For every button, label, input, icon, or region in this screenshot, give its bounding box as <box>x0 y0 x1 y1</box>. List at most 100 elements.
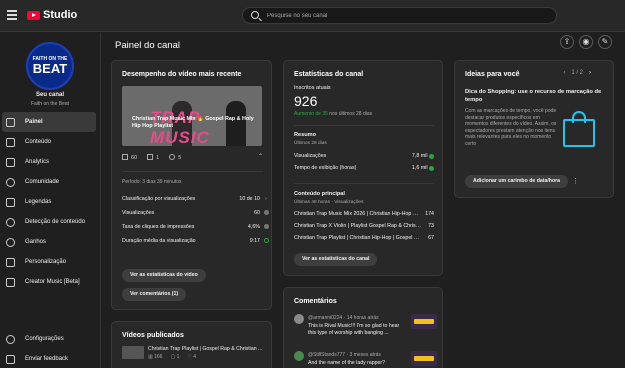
video-analytics-button[interactable]: Ver as estatísticas do vídeo <box>122 269 206 282</box>
music-icon <box>6 277 15 287</box>
top-content-title: Conteúdo principal <box>294 191 345 197</box>
video-thumbnail[interactable]: TRAP MUSIC Christian Trap Music Mix 🔥 Go… <box>122 86 262 146</box>
top-content-subtitle: Últimas 48 horas · Visualizações <box>294 200 364 205</box>
channel-label: Seu canal <box>35 92 64 98</box>
status-neutral-icon <box>263 209 269 215</box>
video-thumbnail <box>411 351 437 366</box>
youtube-logo-icon <box>27 10 40 20</box>
live-icon: ◉ <box>582 37 590 46</box>
sidebar-nav: Painel Conteúdo Analytics Comunidade Leg… <box>0 112 100 292</box>
summary-subtitle: Últimos 28 dias <box>294 141 327 146</box>
summary-row: Visualizações 7,8 mil <box>294 153 434 159</box>
video-thumbnail <box>122 346 144 359</box>
chevron-right-icon: › <box>265 196 267 202</box>
status-positive-icon <box>429 153 434 159</box>
subscribers-label: Inscritos atuais <box>294 85 331 91</box>
metric-row[interactable]: Classificação por visualizações 10 de 10… <box>122 192 272 206</box>
subscribers-delta: Aumento de 35 nos últimos 28 dias <box>294 111 373 117</box>
avatar <box>294 314 304 324</box>
more-options-icon[interactable]: ⋮ <box>572 177 579 185</box>
channel-stats-card: Estatísticas do canal Inscritos atuais 9… <box>283 60 443 276</box>
video-title: Christian Trap Music Mix 🔥 Gospel Rap & … <box>132 116 254 129</box>
search-icon <box>251 11 259 19</box>
search-box[interactable] <box>242 7 557 24</box>
idea-description: Com as marcações de tempo, você pode des… <box>465 108 557 147</box>
sidebar-item-ganhos[interactable]: Ganhos <box>0 232 100 252</box>
published-videos-card: Vídeos publicados Christian Trap Playlis… <box>111 321 272 368</box>
sidebar-bottom: Configurações Enviar feedback <box>0 329 100 368</box>
customization-icon <box>6 257 15 267</box>
analytics-icon <box>6 157 15 167</box>
idea-heading: Dica do Shopping: use o recurso de marca… <box>465 89 602 103</box>
sidebar-item-configuracoes[interactable]: Configurações <box>0 329 100 349</box>
top-bar: Studio <box>0 0 625 32</box>
earn-icon <box>6 237 15 247</box>
top-content-row[interactable]: Christian Trap Playlist | Christian Hip-… <box>294 235 434 241</box>
subscribers-value: 926 <box>294 93 318 109</box>
summary-row: Tempo de exibição (horas) 1,6 mil <box>294 165 434 171</box>
likes-icon <box>169 154 176 160</box>
dashboard-icon <box>6 117 15 127</box>
channel-name: Faith on the Beat <box>30 101 70 107</box>
status-positive-icon <box>263 237 269 243</box>
comments-card: Comentários @armanni0224 · 14 horas atrá… <box>283 287 443 368</box>
sidebar-item-personalizacao[interactable]: Personalização <box>0 252 100 272</box>
upload-button[interactable]: ⇪ <box>560 35 574 49</box>
ideas-card: Ideias para você ‹ 1 / 2 › Dica do Shopp… <box>454 60 614 198</box>
channel-analytics-button[interactable]: Ver as estatísticas do canal <box>294 253 378 266</box>
top-content-row[interactable]: Christian Trap Music Mix 2026 | Christia… <box>294 211 434 217</box>
sidebar-item-creator-music[interactable]: Creator Music [Beta] <box>0 272 100 292</box>
sidebar-item-legendas[interactable]: Legendas <box>0 192 100 212</box>
copyright-icon <box>6 217 15 227</box>
metric-row: Duração média da visualização 9:17 <box>122 234 272 248</box>
ideas-pager: ‹ 1 / 2 › <box>563 70 591 76</box>
status-positive-icon <box>429 165 434 171</box>
ideas-title: Ideias para você <box>465 71 520 78</box>
sidebar-item-comunidade[interactable]: Comunidade <box>0 172 100 192</box>
sidebar-item-deteccao[interactable]: Detecção de conteúdo <box>0 212 100 232</box>
comments-icon <box>147 154 154 160</box>
shopping-bag-icon <box>563 111 595 147</box>
view-comments-button[interactable]: Ver comentários (1) <box>122 288 187 301</box>
status-neutral-icon <box>263 223 269 229</box>
sidebar-item-feedback[interactable]: Enviar feedback <box>0 349 100 368</box>
page-title: Painel do canal <box>115 40 180 51</box>
period-text: Período: 3 dias 39 minutos <box>122 179 182 185</box>
metric-row: Visualizações 60 <box>122 206 272 220</box>
subtitles-icon <box>6 197 15 207</box>
sidebar-item-conteudo[interactable]: Conteúdo <box>0 132 100 152</box>
create-post-button[interactable]: ✎ <box>598 35 612 49</box>
upload-icon: ⇪ <box>563 37 571 46</box>
latest-video-card: Desempenho do vídeo mais recente TRAP MU… <box>111 60 272 310</box>
community-icon <box>6 177 15 187</box>
chevron-left-icon[interactable]: ‹ <box>563 70 565 76</box>
menu-icon[interactable] <box>7 10 17 20</box>
edit-icon: ✎ <box>601 37 609 46</box>
latest-video-title: Desempenho do vídeo mais recente <box>122 71 242 78</box>
chevron-right-icon[interactable]: › <box>589 70 591 76</box>
views-icon <box>122 154 128 160</box>
settings-icon <box>6 334 15 344</box>
video-stats: 60 1 5 <box>122 154 272 161</box>
metric-row: Taxa de cliques de impressões 4,6% <box>122 220 272 234</box>
video-thumbnail <box>411 314 437 329</box>
channel-stats-title: Estatísticas do canal <box>294 71 364 78</box>
avatar <box>294 351 304 361</box>
sidebar-item-analytics[interactable]: Analytics <box>0 152 100 172</box>
published-video-item[interactable]: Christian Trap Playlist | Gospel Rap & C… <box>122 346 272 364</box>
go-live-button[interactable]: ◉ <box>579 35 593 49</box>
sidebar-item-painel[interactable]: Painel <box>2 112 96 132</box>
add-timestamp-button[interactable]: Adicionar um carimbo de data/hora <box>465 175 569 188</box>
published-title: Vídeos publicados <box>122 332 184 339</box>
collapse-icon[interactable]: ⌃ <box>258 153 263 160</box>
comments-title: Comentários <box>294 298 337 305</box>
content-icon <box>6 137 15 147</box>
feedback-icon <box>6 354 15 364</box>
search-input[interactable] <box>267 10 547 22</box>
sidebar: FAITH ON THE BEAT Seu canal Faith on the… <box>0 33 101 368</box>
video-metrics: Classificação por visualizações 10 de 10… <box>122 192 272 248</box>
channel-avatar[interactable]: FAITH ON THE BEAT <box>26 42 74 90</box>
summary-title: Resumo <box>294 132 317 138</box>
top-content-row[interactable]: Christian Trap X Violin | Playlist Gospe… <box>294 223 434 229</box>
studio-logo[interactable]: Studio <box>27 9 77 21</box>
